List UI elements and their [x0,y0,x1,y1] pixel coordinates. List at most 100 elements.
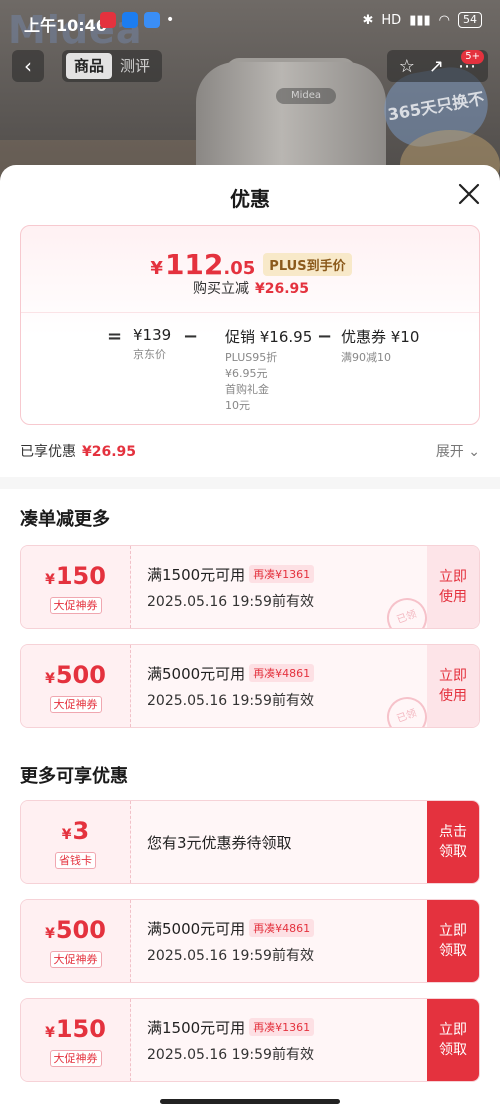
formula-value: 促销 ¥16.95 [225,328,313,346]
coupon-amount-block: ¥3 省钱卡 [21,801,131,883]
coupon-kind-badge: 大促神券 [49,951,102,968]
formula-sub: 满90减10 [341,351,391,364]
coupon-amount: ¥150 [21,1015,130,1047]
section-title-more: 更多可享优惠 [20,766,128,787]
coupon-currency: ¥ [45,572,55,588]
enjoyed-amount: ¥26.95 [82,444,137,460]
network-type: HD [381,12,402,28]
coupon-info: 满5000元可用 再凑¥4861 2025.05.16 19:59前有效 [147,918,315,965]
minus-sign: − [183,326,199,347]
jd-app-icon [100,12,116,28]
back-button[interactable]: ‹ [12,50,44,82]
chevron-left-icon: ‹ [24,54,32,78]
price-summary-card: ¥ 112 .05 PLUS到手价 购买立减 ¥26.95 = ¥139 京东价 … [20,225,480,425]
sheet-title: 优惠 [230,187,270,211]
coupon-validity: 2025.05.16 19:59前有效 [147,1047,314,1063]
price-currency: ¥ [150,258,163,279]
status-time: 上午10:46 [24,16,107,35]
claim-button[interactable]: 立即 领取 [427,999,479,1081]
coupon-card: ¥150 大促神券 满1500元可用 再凑¥1361 2025.05.16 19:… [20,998,480,1082]
coupon-condition: 满5000元可用 [147,920,246,938]
coupon-amount: ¥500 [21,916,130,948]
button-label-line: 使用 [439,589,467,605]
status-right: ✱ HD ▮▮▮ ◠ 54 [362,12,482,28]
use-now-button[interactable]: 立即 使用 [427,546,479,628]
formula-sub-line: PLUS95折 [225,351,278,364]
formula-sub: PLUS95折 ¥6.95元 首购礼金 10元 [225,350,312,414]
price-decimal: .05 [223,258,256,279]
formula-sub-line: 10元 [225,399,250,412]
chat-app-icon [144,12,160,28]
plus-price-tag: PLUS到手价 [263,253,352,276]
coupon-condition: 满5000元可用 [147,665,246,683]
price-integer: 112 [164,248,224,281]
section-title-bundle: 凑单减更多 [20,509,110,530]
coupon-currency: ¥ [45,671,55,687]
close-icon[interactable] [456,181,482,207]
battery-indicator: 54 [458,12,482,28]
coupon-validity: 2025.05.16 19:59前有效 [147,948,314,964]
message-count-badge: 5+ [461,50,484,64]
final-price-row: ¥ 112 .05 PLUS到手价 [21,248,481,281]
coupon-amount-block: ¥150 大促神券 [21,546,131,628]
coupon-card: ¥500 大促神券 满5000元可用 再凑¥4861 2025.05.16 19:… [20,899,480,983]
wifi-icon: ◠ [438,12,450,28]
tab-product[interactable]: 商品 [66,53,113,79]
coupon-condition-row: 满5000元可用 再凑¥4861 [147,663,315,684]
coupon-amount-block: ¥150 大促神券 [21,999,131,1081]
dot-icon: • [166,12,175,28]
claim-button[interactable]: 点击 领取 [427,801,479,883]
home-indicator[interactable] [160,1099,340,1104]
savings-card-desc: 您有3元优惠券待领取 [147,834,292,852]
coupon-gap-tag: 再凑¥4861 [249,919,315,937]
coupon-condition-row: 满1500元可用 再凑¥1361 [147,564,315,585]
formula-sub-line: ¥6.95元 [225,367,268,380]
formula-item-list-price: ¥139 京东价 [133,326,171,363]
status-bar: 上午10:46 • ✱ HD ▮▮▮ ◠ 54 [0,0,500,44]
expand-button[interactable]: 展开 ⌄ [436,441,480,461]
expand-label: 展开 [435,444,464,460]
coupon-value: 500 [55,661,106,689]
minus-sign: − [317,326,333,347]
formula-sub: 京东价 [133,348,166,361]
summary-divider [21,312,479,313]
coupon-info: 满1500元可用 再凑¥1361 2025.05.16 19:59前有效 [147,564,315,611]
use-now-button[interactable]: 立即 使用 [427,645,479,727]
coupon-condition-row: 满1500元可用 再凑¥1361 [147,1017,315,1038]
bluetooth-icon: ✱ [362,12,374,28]
coupon-condition: 满1500元可用 [147,566,246,584]
kettle-logo: Midea [276,88,336,104]
coupon-value: 500 [55,916,106,944]
button-label-line: 立即 [439,569,467,585]
button-label-line: 领取 [439,1042,467,1058]
coupon-validity: 2025.05.16 19:59前有效 [147,693,314,709]
button-label-line: 领取 [439,844,467,860]
coupon-gap-tag: 再凑¥1361 [249,565,315,583]
coupon-kind-badge: 省钱卡 [55,852,96,869]
coupon-condition-row: 满5000元可用 再凑¥4861 [147,918,315,939]
coupon-gap-tag: 再凑¥1361 [249,1018,315,1036]
instant-reduction: 购买立减 ¥26.95 [21,278,481,298]
section-divider [0,477,500,489]
chevron-down-icon: ⌄ [468,444,480,460]
app-icon [122,12,138,28]
coupon-currency: ¥ [61,827,72,843]
formula-item-coupon: 优惠券 ¥10 满90减10 [341,326,419,366]
enjoyed-label: 已享优惠 [20,444,76,460]
coupon-amount: ¥3 [21,817,130,849]
coupon-card: ¥150 大促神券 满1500元可用 再凑¥1361 2025.05.16 19:… [20,545,480,629]
coupon-card: ¥500 大促神券 满5000元可用 再凑¥4861 2025.05.16 19:… [20,644,480,728]
reduce-label: 购买立减 [192,281,249,297]
formula-value: ¥139 [133,326,172,344]
button-label-line: 立即 [439,923,467,939]
coupon-currency: ¥ [45,1025,55,1041]
coupon-kind-badge: 大促神券 [49,696,102,713]
formula-sub-line: 首购礼金 [225,383,269,396]
tab-review[interactable]: 测评 [112,53,158,79]
equals-sign: = [107,326,123,347]
star-icon[interactable]: ☆ [399,56,415,77]
share-icon[interactable]: ↗ [429,56,444,77]
signal-icon: ▮▮▮ [409,12,431,28]
coupon-validity: 2025.05.16 19:59前有效 [147,594,314,610]
claim-button[interactable]: 立即 领取 [427,900,479,982]
